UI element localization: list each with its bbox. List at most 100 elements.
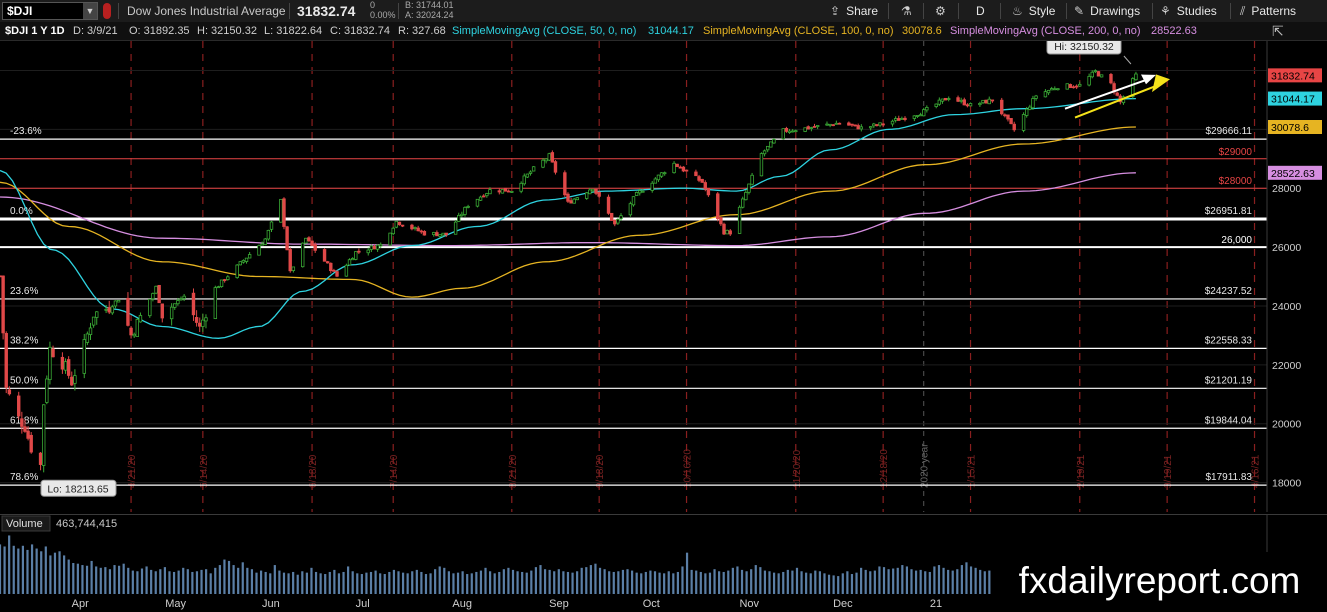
candle-body [263,238,267,245]
bid-price: B: 31744.01 [405,0,454,10]
candle-body [772,139,776,144]
candle-body [45,378,49,403]
candle-body [441,232,445,236]
chart-symbol-period[interactable]: $DJI 1 Y 1D [5,22,65,40]
volume-bar [328,571,331,594]
volume-bar [956,569,959,594]
volume-bar [227,560,231,594]
volume-bar [644,571,647,594]
settings-button[interactable]: ⚙ [935,0,952,22]
candle-body [656,174,661,181]
candle-body [912,115,917,119]
candle-body [1034,95,1038,99]
volume-bar [617,571,620,594]
sma200-label[interactable]: SimpleMovingAvg (CLOSE, 200, 0, no) [950,22,1141,40]
volume-bar [324,574,327,594]
candle-body [1000,99,1004,115]
candle-body [531,166,536,172]
share-button[interactable]: ⇪ Share [830,0,878,22]
volume-label: Volume [6,518,43,530]
candle-body [104,308,108,311]
studies-button[interactable]: ⚘ Studies [1160,0,1217,22]
symbol-dropdown-icon[interactable]: ▼ [83,3,97,19]
candle-body [257,245,261,256]
drawings-label: Drawings [1090,4,1141,18]
candle-body [126,297,130,326]
volume-bar [924,571,927,594]
volume-bar [67,559,70,594]
candle-body [1049,88,1054,91]
candle-body [269,221,274,230]
candle-body [435,232,439,237]
volume-bar [136,571,139,594]
volume-bar [140,568,144,594]
volume-bar [548,569,551,594]
volume-bar [53,552,57,594]
candle-body [750,174,754,185]
volume-bar [223,559,226,594]
volume-bar [901,565,904,594]
volume-bar [498,571,501,594]
volume-bar [759,567,762,594]
volume-bar [635,572,638,594]
volume-bar [974,567,977,594]
candle-body [1009,118,1013,125]
volume-bar [191,571,194,594]
sma50-label[interactable]: SimpleMovingAvg (CLOSE, 50, 0, no) [452,22,636,40]
candle-body [460,213,464,217]
volume-bar [411,571,414,594]
ask-price: A: 32024.24 [405,10,454,20]
volume-bar [951,570,954,594]
volume-bar [988,570,991,594]
price-chart[interactable]: 4/21/20 5/14/20 6/18/20 7/14/20 8/21/20 9/18/… [0,41,1327,512]
volume-bar [273,565,276,594]
fib-level-percent: 38.2% [10,335,38,346]
volume-bar [282,572,286,594]
candle-body [20,418,24,427]
volume-bar [26,549,29,594]
style-button[interactable]: ♨ Style [1012,0,1055,22]
month-label: Aug [452,598,472,610]
candle-body [282,198,286,227]
volume-bar [855,572,858,594]
volume-bar [209,573,212,594]
price-tag-text: 31832.74 [1271,70,1315,82]
volume-bar [420,571,423,594]
volume-bar [676,571,679,594]
volume-bar [553,571,556,594]
volume-bar [443,567,446,594]
alert-marker-icon[interactable] [103,3,111,19]
candle-body [1065,83,1069,90]
candle-body [759,153,764,177]
candle-body [222,279,227,282]
patterns-button[interactable]: ⫽ Patterns [1240,0,1296,22]
volume-bar [786,569,789,594]
drawings-button[interactable]: ✎ Drawings [1074,0,1140,22]
fib-level-price: $24237.52 [1205,286,1253,297]
flask-button[interactable]: ⚗ [901,0,918,22]
sma100-value: 30078.6 [902,25,942,37]
candle-body [681,166,686,172]
candle-body [1021,114,1026,131]
volume-bar [850,574,854,594]
price-tag-text: 31044.17 [1271,94,1315,106]
candle-body [968,103,973,107]
symbol-description: Dow Jones Industrial Average [127,4,286,18]
watermark-text: fxdailyreport.com [992,552,1327,612]
month-label: 21 [930,598,942,610]
collapse-chart-icon[interactable]: ⇱ [1272,22,1284,40]
volume-bar [347,566,350,594]
sma100-label[interactable]: SimpleMovingAvg (CLOSE, 100, 0, no) [703,22,894,40]
candle-body [88,327,93,335]
month-label: Oct [643,598,660,610]
period-button[interactable]: D [976,0,985,22]
symbol-input[interactable]: $DJI ▼ [2,2,98,20]
candle-body [722,223,726,235]
toolbar-separator [888,3,889,19]
volume-bar [718,571,721,594]
fib-level-price: $19844.04 [1205,415,1253,426]
share-label: Share [846,4,879,18]
chart-background [0,41,1327,512]
candle-body [497,190,502,193]
volume-bar [608,571,611,594]
